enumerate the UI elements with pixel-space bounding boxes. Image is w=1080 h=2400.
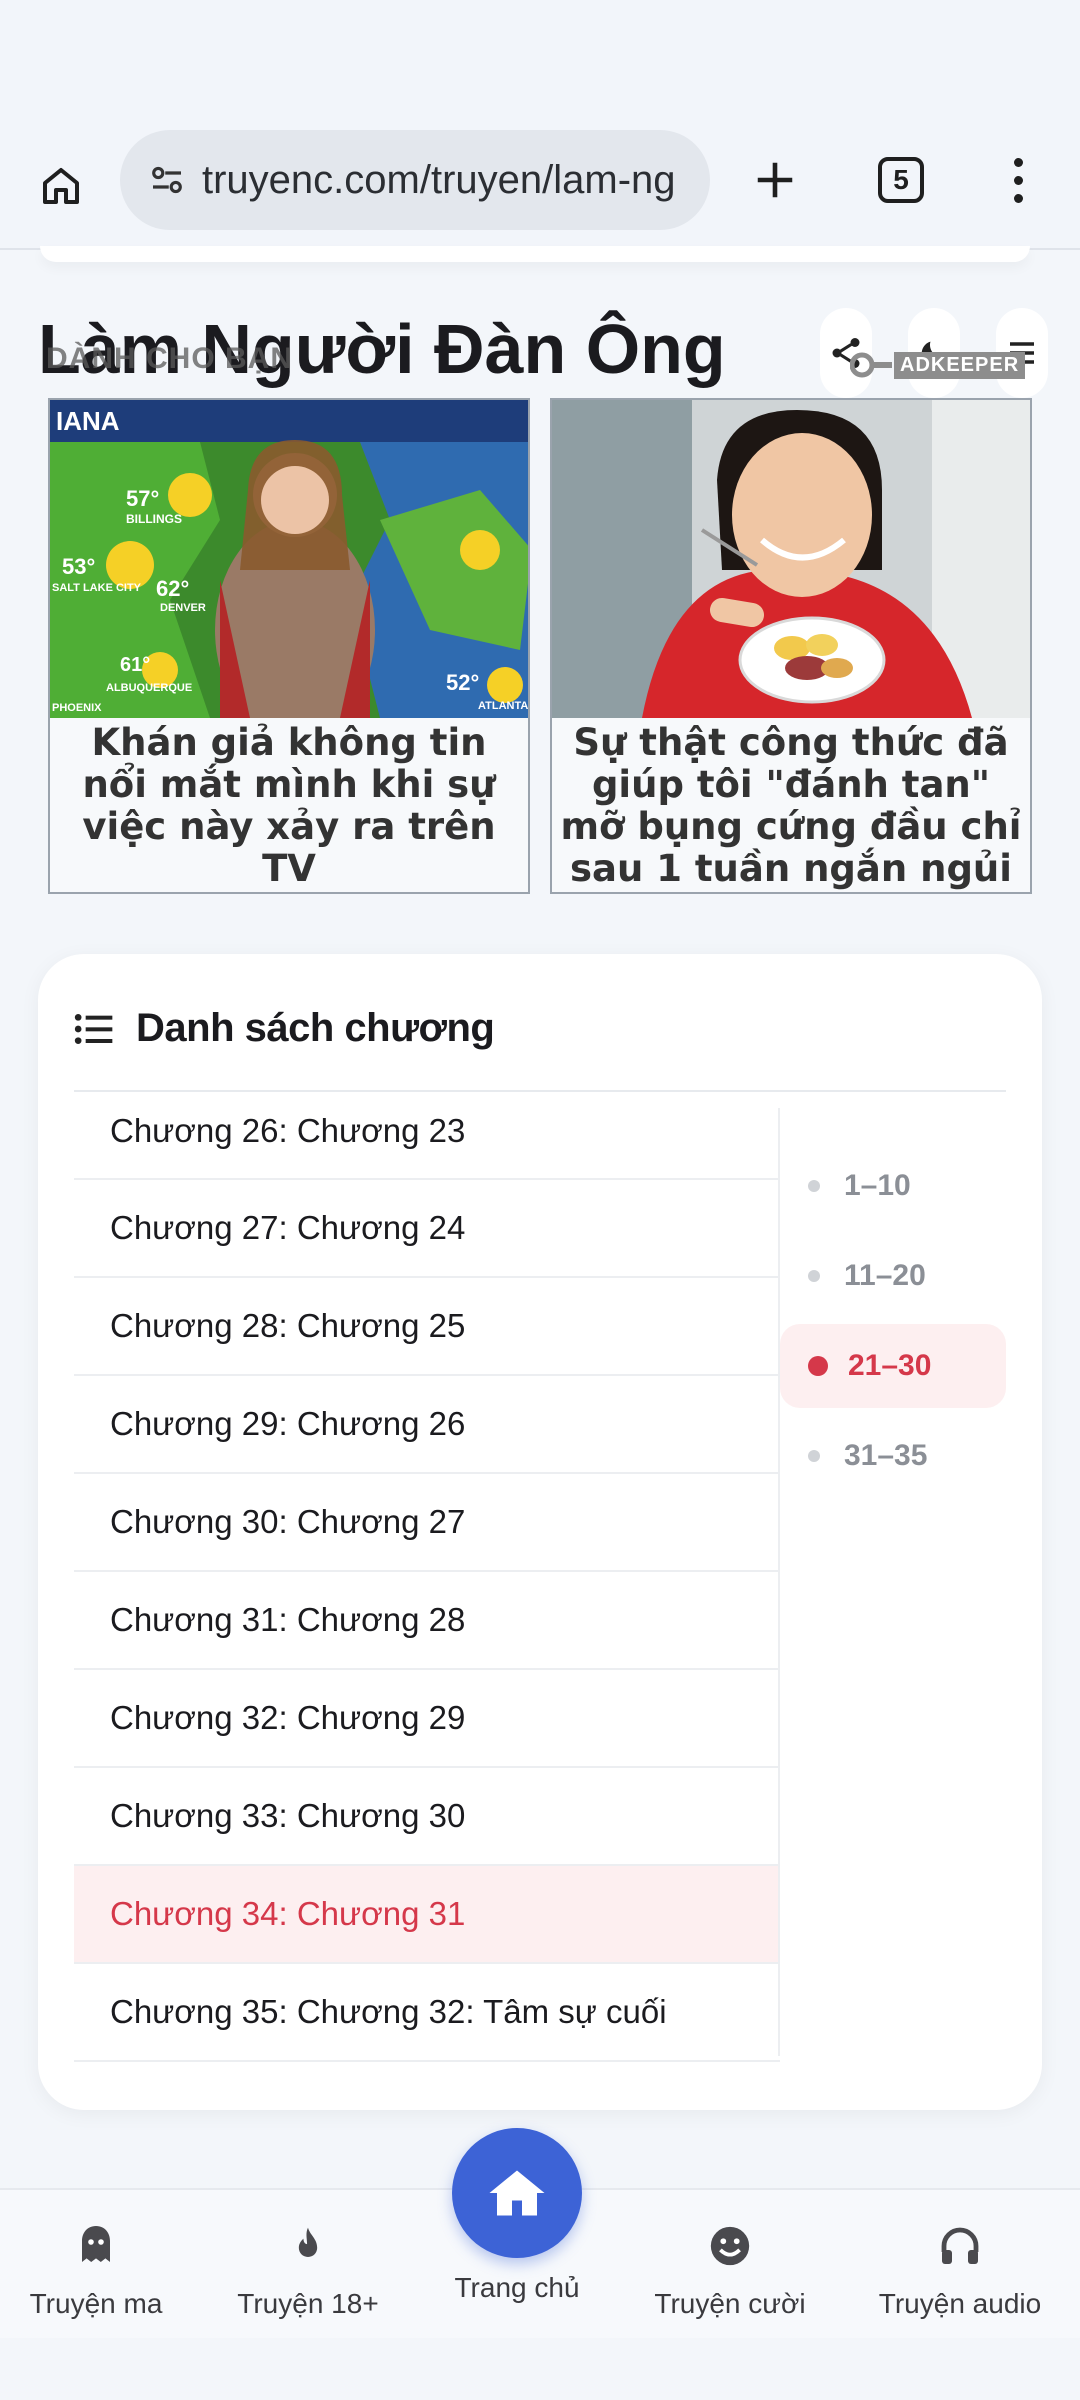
new-tab-button[interactable] <box>740 140 810 220</box>
map-label: ALBUQUERQUE <box>106 682 193 694</box>
ad-image-weather: IANA 57° BILLINGS 53° SALT LAKE CITY 62°… <box>50 400 528 718</box>
ad-label: DÀNH CHO BẠN <box>46 342 293 375</box>
map-label: 61° <box>120 654 151 676</box>
nav-item-truyen-ma[interactable]: Truyện ma <box>0 2218 196 2320</box>
key-icon <box>850 352 892 378</box>
chapter-item-active[interactable]: Chương 34: Chương 31 <box>74 1866 780 1964</box>
range-label: 1–10 <box>844 1169 911 1202</box>
bullet-icon <box>808 1356 828 1376</box>
range-item[interactable]: 11–20 <box>780 1234 1006 1318</box>
nav-label: Truyện ma <box>29 2288 163 2319</box>
status-bar <box>0 0 1080 118</box>
gesture-area <box>0 2338 1080 2400</box>
tabs-icon: 5 <box>878 157 924 203</box>
nav-label: Truyện 18+ <box>237 2288 379 2319</box>
address-bar[interactable]: truyenc.com/truyen/lam-ng <box>120 130 710 230</box>
nav-item-truyen-cuoi[interactable]: Truyện cười <box>630 2218 830 2320</box>
chapter-list-header: Danh sách chương <box>74 1006 495 1051</box>
chapter-item[interactable]: Chương 29: Chương 26 <box>74 1376 780 1474</box>
headphones-icon <box>941 2227 979 2264</box>
plus-icon <box>757 162 793 198</box>
divider <box>74 1090 1006 1092</box>
chapter-item[interactable]: Chương 30: Chương 27 <box>74 1474 780 1572</box>
nav-label: Truyện cười <box>654 2288 806 2319</box>
chapter-item[interactable]: Chương 28: Chương 25 <box>74 1278 780 1376</box>
range-item-active[interactable]: 21–30 <box>780 1324 1006 1408</box>
home-fab-button[interactable] <box>452 2128 582 2258</box>
bullet-icon <box>808 1450 820 1462</box>
nav-item-truyen-audio[interactable]: Truyện audio <box>860 2218 1060 2320</box>
ad-caption[interactable]: Khán giả không tin nổi mắt mình khi sự v… <box>50 718 528 892</box>
home-icon <box>489 2170 545 2216</box>
chapter-list: Chương 26: Chương 23 Chương 27: Chương 2… <box>74 1108 780 2062</box>
range-label: 31–35 <box>844 1439 928 1472</box>
nav-item-truyen-18[interactable]: Truyện 18+ <box>208 2218 408 2320</box>
fire-icon <box>298 2227 318 2257</box>
ad-item-diet[interactable]: Sự thật công thức đã giúp tôi "đánh tan"… <box>550 398 1032 894</box>
food-photo-image <box>552 400 1030 718</box>
home-icon <box>43 168 79 204</box>
range-label: 21–30 <box>848 1349 932 1382</box>
list-icon <box>74 1013 113 1044</box>
smile-icon <box>710 2226 750 2266</box>
bullet-icon <box>808 1180 820 1192</box>
map-label: 53° <box>62 554 96 579</box>
chapter-item[interactable]: Chương 31: Chương 28 <box>74 1572 780 1670</box>
chapter-list-card: Danh sách chương Chương 26: Chương 23 Ch… <box>38 954 1042 2110</box>
url-text[interactable]: truyenc.com/truyen/lam-ng <box>202 158 676 203</box>
chapter-item[interactable]: Chương 32: Chương 29 <box>74 1670 780 1768</box>
bullet-icon <box>808 1270 820 1282</box>
range-item[interactable]: 31–35 <box>780 1414 1006 1498</box>
range-item[interactable]: 1–10 <box>780 1144 1006 1228</box>
map-label: 62° <box>156 576 190 601</box>
nav-label-home[interactable]: Trang chủ <box>417 2272 617 2304</box>
tab-switcher-button[interactable]: 5 <box>862 140 940 220</box>
chapter-item[interactable]: Chương 27: Chương 24 <box>74 1180 780 1278</box>
chapter-item[interactable]: Chương 35: Chương 32: Tâm sự cuối <box>74 1964 780 2062</box>
home-button[interactable] <box>26 156 96 216</box>
map-label: BILLINGS <box>126 512 182 526</box>
map-label: 52° <box>446 670 480 695</box>
map-label: PHOENIX <box>52 702 102 714</box>
ad-caption[interactable]: Sự thật công thức đã giúp tôi "đánh tan"… <box>552 718 1030 892</box>
adkeeper-brand: ADKEEPER <box>894 351 1026 379</box>
nav-label: Truyện audio <box>878 2288 1042 2319</box>
map-label: ATLANTA <box>478 700 528 712</box>
map-label: IANA <box>56 406 120 436</box>
site-settings-button[interactable] <box>138 159 196 201</box>
ghost-icon <box>82 2226 110 2262</box>
map-label: 57° <box>126 486 160 511</box>
chapter-item[interactable]: Chương 26: Chương 23 <box>74 1108 780 1180</box>
previous-card-edge <box>40 246 1030 262</box>
tune-icon <box>152 166 182 194</box>
map-label: DENVER <box>160 602 206 614</box>
browser-toolbar: truyenc.com/truyen/lam-ng 5 <box>0 118 1080 250</box>
chapter-list-title: Danh sách chương <box>136 1006 495 1050</box>
more-vert-icon[interactable] <box>988 140 1048 220</box>
ad-item-weather[interactable]: IANA 57° BILLINGS 53° SALT LAKE CITY 62°… <box>48 398 530 894</box>
range-label: 11–20 <box>844 1259 926 1292</box>
chapter-range-list: 1–10 11–20 21–30 31–35 <box>780 1144 1006 1504</box>
chapter-item[interactable]: Chương 33: Chương 30 <box>74 1768 780 1866</box>
adkeeper-logo[interactable]: ADKEEPER <box>850 350 1026 380</box>
ad-image-diet <box>552 400 1030 718</box>
map-label: SALT LAKE CITY <box>52 582 142 594</box>
